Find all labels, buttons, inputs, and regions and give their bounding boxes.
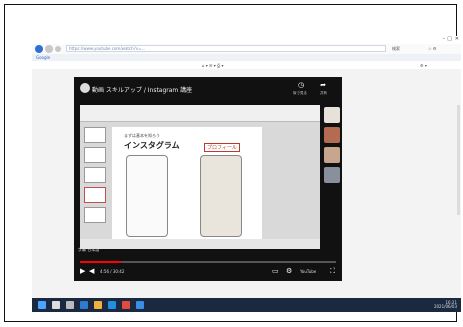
system-clock[interactable]: 16:21 2021/06/03 <box>434 301 457 309</box>
share-label: 共有 <box>320 91 327 95</box>
progress-bar[interactable] <box>80 261 336 263</box>
forward-icon[interactable] <box>45 45 53 53</box>
page-content: 動画 スキルアップ / Instagram 講座 ◷ 後で見る ➦ 共有 まずは… <box>32 69 461 298</box>
taskbar: 16:21 2021/06/03 <box>32 298 461 312</box>
clock-icon[interactable]: ◷ <box>296 81 306 89</box>
status-bar <box>80 239 320 249</box>
slide-subtitle: まずは基本を知ろう <box>124 133 160 138</box>
video-title[interactable]: 動画 スキルアップ / Instagram 講座 <box>92 85 192 94</box>
slide-canvas: まずは基本を知ろう インスタグラム プロフィール <box>112 127 262 239</box>
channel-avatar[interactable] <box>80 83 90 93</box>
close-icon[interactable]: ✕ <box>455 36 459 42</box>
watch-later-label: 後で見る <box>293 91 307 95</box>
home-icon[interactable]: ⌂ ▾ ✉ ▾ ⎙ ▾ <box>202 63 223 68</box>
slide-thumbnail[interactable] <box>84 127 106 143</box>
slide-title: インスタグラム <box>124 141 180 150</box>
search-label: 検索 <box>392 46 400 51</box>
app-icon[interactable] <box>122 301 130 309</box>
tools-icon[interactable]: ⚙ ▾ <box>420 63 427 68</box>
bookmark-google[interactable]: Google <box>36 55 50 60</box>
photo-frame: – □ ✕ https://www.youtube.com/watch?v=..… <box>4 4 461 322</box>
search-icon[interactable] <box>52 301 60 309</box>
task-view-icon[interactable] <box>66 301 74 309</box>
caption-text: 字幕 日本語 <box>78 247 100 252</box>
video-player[interactable]: 動画 スキルアップ / Instagram 講座 ◷ 後で見る ➦ 共有 まずは… <box>74 77 342 281</box>
mail-icon[interactable] <box>108 301 116 309</box>
webcam-tile <box>324 107 340 123</box>
webcam-tile <box>324 167 340 183</box>
app-icon[interactable] <box>136 301 144 309</box>
refresh-icon[interactable] <box>55 46 61 52</box>
slide-thumbnail[interactable] <box>84 147 106 163</box>
url-input[interactable]: https://www.youtube.com/watch?v=... <box>66 45 386 52</box>
clock-date: 2021/06/03 <box>433 304 457 309</box>
presentation-window: まずは基本を知ろう インスタグラム プロフィール <box>80 105 320 249</box>
fullscreen-icon[interactable]: ⛶ <box>330 267 335 276</box>
share-icon[interactable]: ➦ <box>318 81 328 89</box>
phone-mockup <box>200 155 242 237</box>
phone-mockup <box>126 155 168 237</box>
player-controls: 字幕 日本語 ▶ ◀ 4:56 / 30:42 ▭ ⚙ YouTube ⛶ <box>74 247 342 281</box>
settings-icon[interactable]: ⚙ <box>286 267 292 275</box>
webcam-tile <box>324 127 340 143</box>
minimize-icon[interactable]: – <box>443 36 446 42</box>
subtitles-icon[interactable]: ▭ <box>272 267 279 275</box>
tab-strip: Google <box>32 54 461 61</box>
youtube-logo[interactable]: YouTube <box>300 269 316 274</box>
folder-icon[interactable] <box>94 301 102 309</box>
page-scrollbar[interactable] <box>457 105 460 215</box>
title-bar: – □ ✕ <box>32 36 461 44</box>
slide-callout: プロフィール <box>204 143 240 152</box>
star-icon[interactable]: ☆ ⚙ <box>428 46 436 51</box>
maximize-icon[interactable]: □ <box>447 36 452 42</box>
volume-icon[interactable]: ◀ <box>89 267 94 275</box>
start-icon[interactable] <box>38 301 46 309</box>
slide-thumbnail[interactable] <box>84 207 106 223</box>
slide-thumbnail-selected[interactable] <box>84 187 106 203</box>
edge-icon[interactable] <box>80 301 88 309</box>
progress-fill <box>80 261 121 263</box>
back-icon[interactable] <box>35 45 43 53</box>
slide-thumbnail[interactable] <box>84 167 106 183</box>
webcam-tile <box>324 147 340 163</box>
play-icon[interactable]: ▶ <box>80 267 85 275</box>
monitor-screen: – □ ✕ https://www.youtube.com/watch?v=..… <box>32 36 461 312</box>
time-display: 4:56 / 30:42 <box>100 269 125 274</box>
ribbon <box>80 105 320 122</box>
